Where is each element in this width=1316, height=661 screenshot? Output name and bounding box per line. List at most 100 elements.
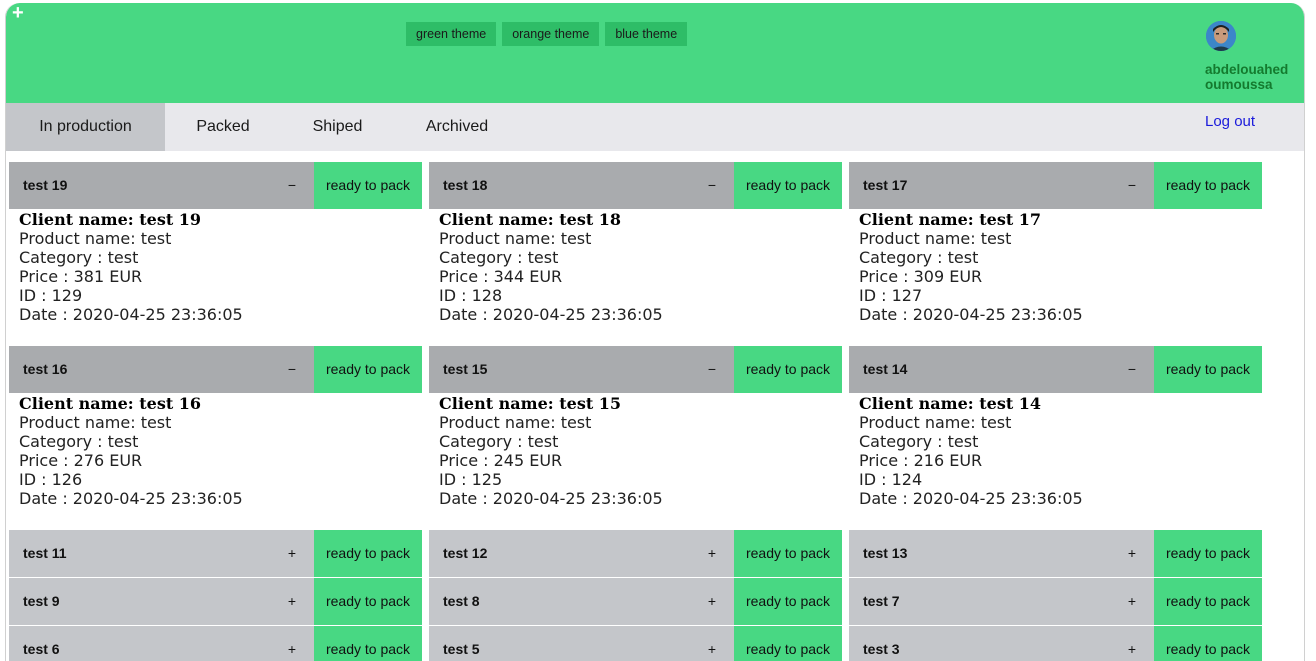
ready-to-pack-button[interactable]: ready to pack (734, 346, 842, 393)
order-date: Date : 2020-04-25 23:36:05 (859, 305, 1083, 324)
ready-to-pack-button[interactable]: ready to pack (314, 530, 422, 577)
collapse-icon[interactable]: − (285, 162, 299, 208)
product-name: Product name: test (19, 413, 172, 432)
order-card-header[interactable]: test 14 − ready to pack (849, 346, 1262, 393)
order-details: Client name: test 17 Product name: test … (859, 210, 1260, 377)
client-name: Client name: test 15 (439, 394, 622, 413)
ready-to-pack-button[interactable]: ready to pack (1154, 346, 1262, 393)
ready-to-pack-button[interactable]: ready to pack (314, 626, 422, 661)
expand-icon[interactable]: + (705, 530, 719, 576)
green-theme-button[interactable]: green theme (406, 22, 497, 46)
order-date: Date : 2020-04-25 23:36:05 (439, 489, 663, 508)
expand-icon[interactable]: + (285, 626, 299, 661)
order-card-header[interactable]: test 5 + ready to pack (429, 626, 842, 661)
order-details: Client name: test 16 Product name: test … (19, 394, 420, 561)
client-name: Client name: test 19 (19, 210, 202, 229)
ready-to-pack-button[interactable]: ready to pack (734, 162, 842, 209)
order-title: test 13 (863, 545, 908, 561)
app-window: + green theme orange theme blue theme ab… (5, 3, 1305, 661)
ready-to-pack-button[interactable]: ready to pack (734, 578, 842, 625)
order-date: Date : 2020-04-25 23:36:05 (19, 305, 243, 324)
order-title: test 11 (23, 545, 67, 561)
expand-icon[interactable]: + (1125, 530, 1139, 576)
order-card-header[interactable]: test 17 − ready to pack (849, 162, 1262, 209)
logout-link[interactable]: Log out (1205, 113, 1255, 130)
category: Category : test (859, 432, 979, 451)
order-card-header[interactable]: test 16 − ready to pack (9, 346, 422, 393)
user-first-name: abdelouahed (1205, 62, 1289, 77)
orange-theme-button[interactable]: orange theme (502, 22, 600, 46)
price: Price : 216 EUR (859, 451, 983, 470)
client-name: Client name: test 17 (859, 210, 1042, 229)
ready-to-pack-button[interactable]: ready to pack (1154, 578, 1262, 625)
collapse-icon[interactable]: − (705, 162, 719, 208)
blue-theme-button[interactable]: blue theme (605, 22, 688, 46)
order-card-header[interactable]: test 11 + ready to pack (9, 530, 422, 577)
expand-icon[interactable]: + (705, 578, 719, 624)
price: Price : 309 EUR (859, 267, 983, 286)
expand-icon[interactable]: + (1125, 578, 1139, 624)
ready-to-pack-button[interactable]: ready to pack (314, 578, 422, 625)
order-card-header[interactable]: test 19 − ready to pack (9, 162, 422, 209)
order-date: Date : 2020-04-25 23:36:05 (19, 489, 243, 508)
expand-icon[interactable]: + (285, 530, 299, 576)
collapse-icon[interactable]: − (705, 346, 719, 392)
order-title: test 7 (863, 593, 900, 609)
order-title: test 14 (863, 361, 908, 377)
order-card-header[interactable]: test 8 + ready to pack (429, 578, 842, 625)
ready-to-pack-button[interactable]: ready to pack (734, 626, 842, 661)
order-title: test 17 (863, 177, 908, 193)
ready-to-pack-button[interactable]: ready to pack (1154, 530, 1262, 577)
category: Category : test (19, 432, 139, 451)
order-id: ID : 125 (439, 470, 503, 489)
tab-packed[interactable]: Packed (165, 103, 281, 151)
category: Category : test (19, 248, 139, 267)
order-card-header[interactable]: test 12 + ready to pack (429, 530, 842, 577)
avatar[interactable] (1206, 21, 1236, 51)
ready-to-pack-button[interactable]: ready to pack (1154, 626, 1262, 661)
expand-icon[interactable]: + (285, 578, 299, 624)
product-name: Product name: test (19, 229, 172, 248)
order-details: Client name: test 18 Product name: test … (439, 210, 840, 377)
expand-icon[interactable]: + (1125, 626, 1139, 661)
order-title: test 9 (23, 593, 60, 609)
tab-archived[interactable]: Archived (394, 103, 520, 151)
order-title: test 8 (443, 593, 480, 609)
collapse-icon[interactable]: − (1125, 346, 1139, 392)
collapse-icon[interactable]: − (1125, 162, 1139, 208)
tab-shiped[interactable]: Shiped (281, 103, 394, 151)
ready-to-pack-button[interactable]: ready to pack (1154, 162, 1262, 209)
order-title: test 18 (443, 177, 488, 193)
theme-switcher: green theme orange theme blue theme (406, 22, 688, 46)
order-card-header[interactable]: test 3 + ready to pack (849, 626, 1262, 661)
ready-to-pack-button[interactable]: ready to pack (314, 162, 422, 209)
order-title: test 3 (863, 641, 900, 657)
order-id: ID : 126 (19, 470, 83, 489)
status-tabs: In production Packed Shiped Archived (6, 103, 1304, 151)
client-name: Client name: test 16 (19, 394, 202, 413)
user-name: abdelouahed oumoussa (1205, 62, 1304, 92)
product-name: Product name: test (439, 229, 592, 248)
price: Price : 381 EUR (19, 267, 143, 286)
category: Category : test (439, 248, 559, 267)
collapse-icon[interactable]: − (285, 346, 299, 392)
category: Category : test (859, 248, 979, 267)
tab-in-production[interactable]: In production (6, 103, 165, 151)
price: Price : 344 EUR (439, 267, 563, 286)
ready-to-pack-button[interactable]: ready to pack (734, 530, 842, 577)
order-title: test 15 (443, 361, 488, 377)
product-name: Product name: test (859, 413, 1012, 432)
order-card-header[interactable]: test 15 − ready to pack (429, 346, 842, 393)
order-id: ID : 124 (859, 470, 923, 489)
add-order-icon[interactable]: + (12, 3, 24, 23)
order-date: Date : 2020-04-25 23:36:05 (859, 489, 1083, 508)
order-card-header[interactable]: test 6 + ready to pack (9, 626, 422, 661)
order-title: test 19 (23, 177, 68, 193)
order-card-header[interactable]: test 9 + ready to pack (9, 578, 422, 625)
order-card-header[interactable]: test 7 + ready to pack (849, 578, 1262, 625)
ready-to-pack-button[interactable]: ready to pack (314, 346, 422, 393)
order-card-header[interactable]: test 18 − ready to pack (429, 162, 842, 209)
order-card-header[interactable]: test 13 + ready to pack (849, 530, 1262, 577)
product-name: Product name: test (439, 413, 592, 432)
expand-icon[interactable]: + (705, 626, 719, 661)
